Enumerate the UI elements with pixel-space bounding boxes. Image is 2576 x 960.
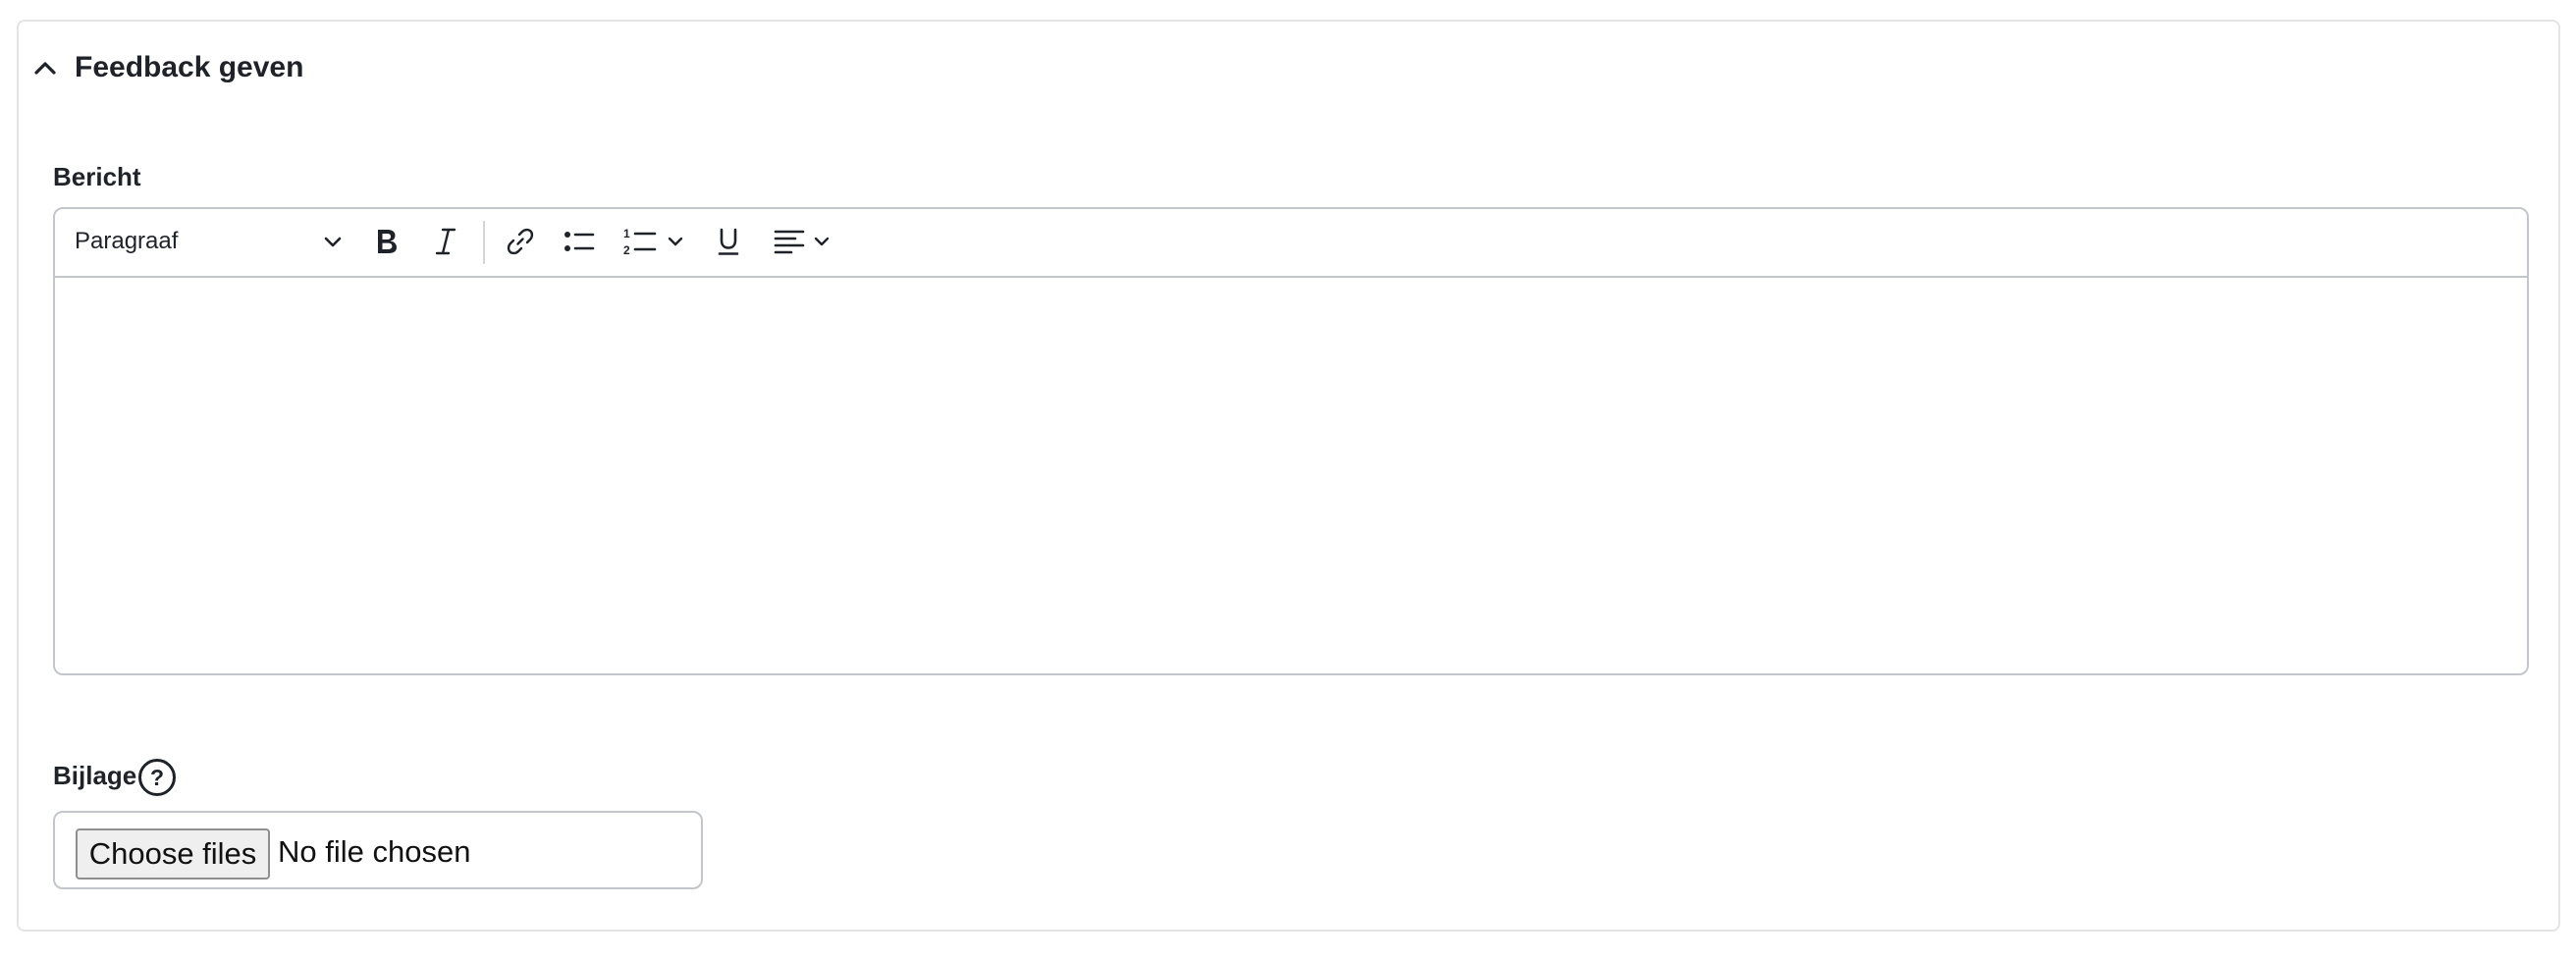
help-symbol: ? [150,765,164,790]
link-button[interactable] [495,209,546,274]
bulleted-list-button[interactable] [554,209,605,274]
choose-files-button[interactable]: Choose files [76,828,270,880]
chevron-down-icon [324,237,342,247]
heading-select-value: Paragraaf [75,228,179,254]
panel-title: Feedback geven [75,51,304,83]
numbered-list-button[interactable]: 1 2 [615,209,693,274]
message-editor-area[interactable] [55,278,2527,673]
file-status: No file chosen [278,834,471,869]
italic-button[interactable] [420,209,471,274]
italic-icon [435,228,456,255]
chevron-up-icon [34,62,56,75]
rich-text-editor: Paragraaf 1 2 [53,207,2529,675]
heading-select[interactable]: Paragraaf [75,209,342,274]
bold-icon [378,230,397,253]
align-left-icon [774,230,805,254]
link-icon [507,228,534,255]
editor-toolbar: Paragraaf 1 2 [55,209,2527,278]
underline-button[interactable] [703,209,754,274]
svg-text:1: 1 [623,227,630,240]
chevron-down-icon [814,237,830,246]
bulleted-list-icon [564,232,595,251]
numbered-list-icon: 1 2 [623,227,657,257]
underline-icon [718,228,739,255]
feedback-panel-toggle[interactable]: Feedback geven [31,35,303,100]
svg-text:2: 2 [623,243,630,257]
toolbar-separator [483,221,485,264]
bold-button[interactable] [359,209,414,274]
attachment-label: Bijlage [53,761,137,790]
file-input: Choose files No file chosen [53,811,703,889]
align-button[interactable] [766,209,838,274]
chevron-down-icon [668,237,683,246]
message-label: Bericht [53,162,141,191]
help-icon[interactable]: ? [137,758,177,797]
